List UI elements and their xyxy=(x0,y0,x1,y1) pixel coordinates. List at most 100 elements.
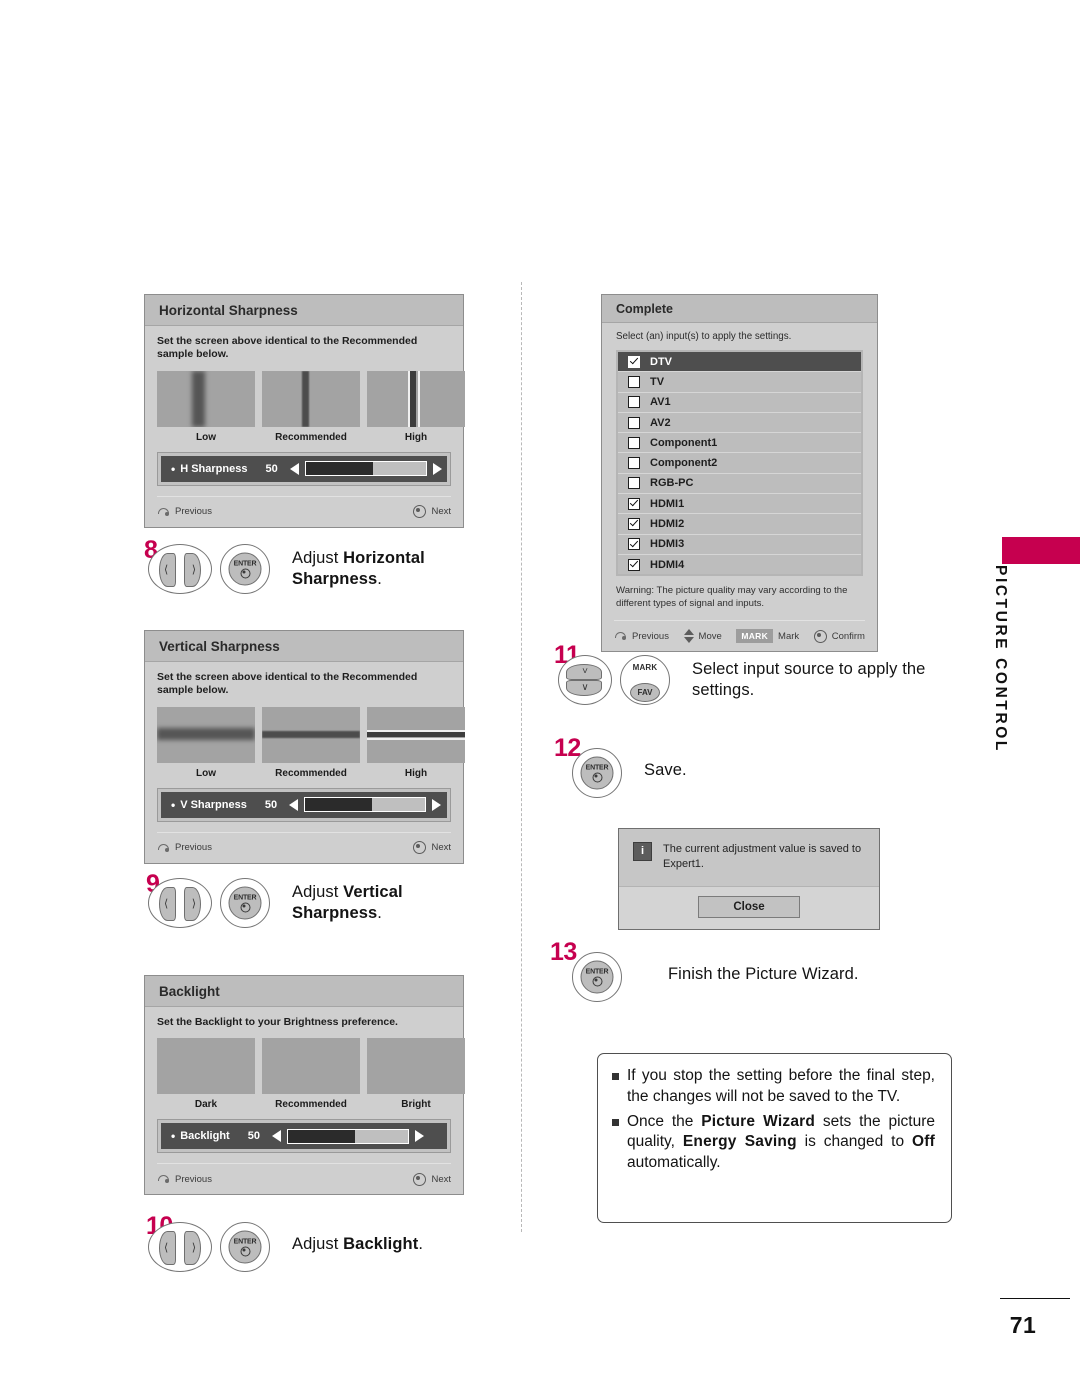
sample-caption: Recommended xyxy=(275,1099,347,1111)
enter-button[interactable]: ENTER xyxy=(572,952,622,1002)
next-button[interactable]: Next xyxy=(413,1172,451,1186)
step-text-bold: Backlight xyxy=(343,1235,419,1253)
checkbox-icon[interactable] xyxy=(628,396,640,409)
confirm-button[interactable]: Confirm xyxy=(813,629,865,643)
slider-container[interactable]: • V Sharpness 50 xyxy=(157,787,451,822)
input-label: AV1 xyxy=(650,396,671,409)
step-10: 10 ⟨ ⟩ ENTER Adjust Backlight. xyxy=(146,1214,522,1272)
bullet-icon xyxy=(612,1118,619,1126)
mark-label: MARK xyxy=(632,663,658,672)
arrow-right-icon[interactable] xyxy=(432,798,442,811)
chevron-down-icon: ∨ xyxy=(581,682,589,693)
step-9: 9 ⟨ ⟩ ENTER Adjust Vertical Sharpness. xyxy=(146,872,492,928)
ok-icon xyxy=(413,841,427,855)
sample-image-low xyxy=(157,706,255,763)
enter-dot-icon xyxy=(240,1246,250,1256)
step-text-prefix: Adjust xyxy=(292,1235,344,1253)
enter-button[interactable]: ENTER xyxy=(220,1222,270,1272)
bullet-icon: • xyxy=(171,797,176,812)
left-right-navigation-button[interactable]: ⟨ ⟩ xyxy=(148,544,212,594)
step-13-text: Finish the Picture Wizard. xyxy=(668,965,859,983)
checkbox-icon[interactable] xyxy=(628,538,640,551)
checkbox-icon[interactable] xyxy=(628,436,640,449)
next-button[interactable]: Next xyxy=(413,841,451,855)
left-right-navigation-button[interactable]: ⟨ ⟩ xyxy=(148,878,212,928)
mark-button[interactable]: MARK Mark xyxy=(736,629,799,644)
slider-value: 50 xyxy=(265,462,278,475)
checkbox-icon[interactable] xyxy=(628,457,640,470)
slider-track[interactable] xyxy=(304,461,427,477)
previous-button[interactable]: Previous xyxy=(614,631,669,642)
checkbox-icon[interactable] xyxy=(628,416,640,429)
enter-button[interactable]: ENTER xyxy=(220,544,270,594)
arrow-left-icon[interactable] xyxy=(289,462,299,475)
input-row-av2[interactable]: AV2 xyxy=(618,412,861,434)
sample-strip: Dark Recommended Bright xyxy=(157,1038,465,1111)
chevron-left-icon: ⟨ xyxy=(164,898,169,910)
input-row-hdmi2[interactable]: HDMI2 xyxy=(618,514,861,535)
input-label: RGB-PC xyxy=(650,477,694,490)
up-down-navigation-button[interactable]: ˅ ∨ xyxy=(558,655,612,705)
next-label: Next xyxy=(431,506,451,518)
input-row-dtv[interactable]: DTV xyxy=(618,352,861,373)
input-row-hdmi4[interactable]: HDMI4 xyxy=(618,554,861,575)
mark-key-chip: MARK xyxy=(736,629,774,644)
previous-button[interactable]: Previous xyxy=(157,842,212,853)
osd-title: Vertical Sharpness xyxy=(145,631,463,662)
ok-icon xyxy=(413,505,427,519)
input-row-component1[interactable]: Component1 xyxy=(618,433,861,454)
mark-fav-button[interactable]: MARK FAV xyxy=(620,655,670,705)
input-row-component2[interactable]: Component2 xyxy=(618,453,861,474)
section-tab-label: PICTURE CONTROL xyxy=(992,565,1009,753)
arrow-right-icon[interactable] xyxy=(414,1130,424,1143)
confirm-label: Confirm xyxy=(831,630,865,642)
arrow-left-icon[interactable] xyxy=(289,798,299,811)
input-row-rgb-pc[interactable]: RGB-PC xyxy=(618,473,861,495)
step-text-suffix: . xyxy=(418,1235,424,1253)
checkbox-icon[interactable] xyxy=(628,558,640,571)
checkbox-icon[interactable] xyxy=(628,355,640,368)
enter-button[interactable]: ENTER xyxy=(220,878,270,928)
slider-track[interactable] xyxy=(286,1128,409,1144)
sample-caption: Dark xyxy=(194,1099,218,1111)
osd-backlight: Backlight Set the Backlight to your Brig… xyxy=(144,975,465,1196)
slider-value: 50 xyxy=(264,798,278,811)
input-row-av1[interactable]: AV1 xyxy=(618,392,861,413)
osd-vertical-sharpness: Vertical Sharpness Set the screen above … xyxy=(144,630,465,864)
arrow-left-icon[interactable] xyxy=(271,1130,281,1143)
checkbox-icon[interactable] xyxy=(628,477,640,490)
checkbox-icon[interactable] xyxy=(628,518,640,531)
warning-text: Warning: The picture quality may vary ac… xyxy=(616,585,848,610)
osd-horizontal-sharpness: Horizontal Sharpness Set the screen abov… xyxy=(144,294,465,528)
step-number: 13 xyxy=(550,938,577,966)
chevron-right-icon: ⟩ xyxy=(191,898,196,910)
input-label: HDMI2 xyxy=(650,518,685,531)
ok-icon xyxy=(413,1172,427,1186)
input-label: HDMI3 xyxy=(650,538,685,551)
step-text-prefix: Adjust xyxy=(292,549,344,567)
osd-title: Horizontal Sharpness xyxy=(145,295,463,326)
next-button[interactable]: Next xyxy=(413,505,451,519)
notes-box: If you stop the setting before the final… xyxy=(597,1053,952,1223)
osd-footer: Previous Move MARK Mark Confirm xyxy=(614,620,865,651)
slider-track[interactable] xyxy=(304,797,427,813)
previous-button[interactable]: Previous xyxy=(157,1174,212,1185)
enter-button[interactable]: ENTER xyxy=(572,748,622,798)
slider-container[interactable]: • Backlight 50 xyxy=(157,1119,451,1154)
input-row-hdmi3[interactable]: HDMI3 xyxy=(618,534,861,555)
enter-dot-icon xyxy=(240,568,250,578)
left-right-navigation-button[interactable]: ⟨ ⟩ xyxy=(148,1222,212,1272)
sample-caption: Low xyxy=(196,767,216,779)
fav-label: FAV xyxy=(630,683,660,702)
previous-button[interactable]: Previous xyxy=(157,506,212,517)
input-row-tv[interactable]: TV xyxy=(618,372,861,393)
bullet-icon: • xyxy=(171,461,176,476)
move-button[interactable]: Move xyxy=(683,629,722,644)
close-button[interactable]: Close xyxy=(698,896,800,919)
arrow-right-icon[interactable] xyxy=(432,462,442,475)
checkbox-icon[interactable] xyxy=(628,497,640,510)
checkbox-icon[interactable] xyxy=(628,375,640,388)
osd-footer: Previous Next xyxy=(157,1163,451,1194)
slider-container[interactable]: • H Sharpness 50 xyxy=(157,451,451,486)
input-row-hdmi1[interactable]: HDMI1 xyxy=(618,494,861,515)
